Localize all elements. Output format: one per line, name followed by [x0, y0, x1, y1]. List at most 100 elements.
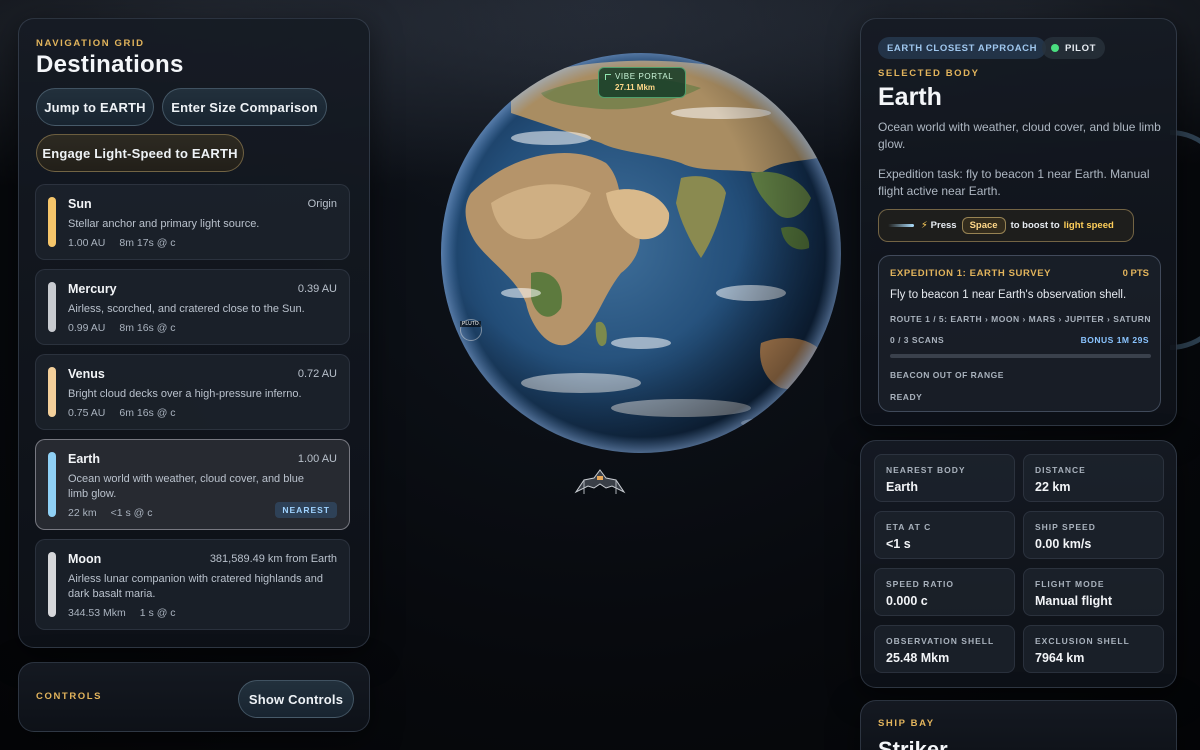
destination-name: Sun: [68, 197, 92, 211]
destination-desc: Ocean world with weather, cloud cover, a…: [68, 473, 305, 500]
destination-meta: 1.00 AU: [297, 453, 337, 465]
nav-kicker: NAVIGATION GRID: [36, 38, 145, 49]
boost-to-label: to boost to: [1010, 220, 1060, 231]
moon-color-bar: [48, 552, 56, 617]
destination-distance: 22 km: [68, 507, 97, 519]
stat-speed-ratio: SPEED RATIO 0.000 c: [874, 568, 1015, 616]
earth-globe: [441, 53, 841, 453]
stat-label: NEAREST BODY: [886, 465, 966, 475]
destination-distance: 1.00 AU: [68, 237, 106, 249]
mercury-color-bar: [48, 282, 56, 332]
destination-meta: 0.39 AU: [297, 283, 337, 295]
selected-body-panel: EARTH CLOSEST APPROACH PILOT SELECTED BO…: [860, 18, 1177, 426]
pilot-label: PILOT: [1065, 42, 1096, 54]
stat-eta: ETA AT C <1 s: [874, 511, 1015, 559]
stat-label: EXCLUSION SHELL: [1035, 636, 1130, 646]
destination-sun[interactable]: Sun Origin Stellar anchor and primary li…: [35, 184, 350, 260]
show-controls-button[interactable]: Show Controls: [238, 680, 354, 718]
destination-light-time: 1 s @ c: [139, 607, 176, 619]
body-marker[interactable]: PLUTO: [460, 319, 482, 341]
stat-ship-speed: SHIP SPEED 0.00 km/s: [1023, 511, 1164, 559]
selected-body-kicker: SELECTED BODY: [878, 68, 980, 79]
ship-bay-kicker: SHIP BAY: [878, 718, 935, 729]
stat-value: 7964 km: [1035, 651, 1085, 665]
stat-label: FLIGHT MODE: [1035, 579, 1105, 589]
size-comparison-button[interactable]: Enter Size Comparison: [162, 88, 327, 126]
light-speed-button[interactable]: Engage Light-Speed to EARTH: [36, 134, 244, 172]
destination-distance: 344.53 Mkm: [68, 607, 126, 619]
ship-icon: [574, 469, 626, 494]
destination-desc: Airless lunar companion with cratered hi…: [68, 573, 323, 600]
expedition-objective: Fly to beacon 1 near Earth's observation…: [890, 289, 1127, 301]
destination-desc: Airless, scorched, and cratered close to…: [68, 303, 305, 315]
telemetry-panel: NEAREST BODY Earth DISTANCE 22 km ETA AT…: [860, 440, 1177, 688]
ship-bay-title: Striker: [878, 737, 948, 750]
stat-value: 25.48 Mkm: [886, 651, 950, 665]
expedition-title: EXPEDITION 1: EARTH SURVEY: [890, 268, 1052, 279]
expedition-scans: 0 / 3 SCANS: [890, 335, 945, 345]
sun-color-bar: [48, 197, 56, 247]
destination-name: Venus: [68, 367, 105, 381]
destination-light-time: 6m 16s @ c: [119, 407, 176, 419]
jump-button[interactable]: Jump to EARTH: [36, 88, 154, 126]
expedition-task-text: Expedition task: fly to beacon 1 near Ea…: [878, 167, 1150, 198]
destination-light-time: 8m 16s @ c: [119, 322, 176, 334]
destination-distance: 0.99 AU: [68, 322, 106, 334]
stat-value: Manual flight: [1035, 594, 1113, 608]
destination-light-time: <1 s @ c: [110, 507, 153, 519]
selected-body-desc: Ocean world with weather, cloud cover, a…: [878, 120, 1161, 151]
vibe-portal-label: VIBE PORTAL: [615, 72, 674, 81]
boost-hint: ⚡ Press Space to boost to light speed: [878, 209, 1134, 242]
portal-arrow-icon: [605, 74, 611, 80]
vibe-portal-distance: 27.11 Mkm: [615, 83, 656, 92]
destination-name: Mercury: [68, 282, 117, 296]
navigation-panel: NAVIGATION GRID Destinations Jump to EAR…: [18, 18, 370, 648]
closest-approach-chip: EARTH CLOSEST APPROACH: [878, 37, 1047, 59]
lightning-icon: ⚡: [921, 220, 928, 231]
stat-value: 22 km: [1035, 480, 1071, 494]
selected-body-title: Earth: [878, 83, 942, 111]
destination-meta: 381,589.49 km from Earth: [209, 553, 337, 565]
stat-nearest-body: NEAREST BODY Earth: [874, 454, 1015, 502]
stat-value: 0.000 c: [886, 594, 928, 608]
destination-light-time: 8m 17s @ c: [119, 237, 176, 249]
destination-mercury[interactable]: Mercury 0.39 AU Airless, scorched, and c…: [35, 269, 350, 345]
destination-distance: 0.75 AU: [68, 407, 106, 419]
pilot-chip: PILOT: [1042, 37, 1105, 59]
destination-venus[interactable]: Venus 0.72 AU Bright cloud decks over a …: [35, 354, 350, 430]
venus-color-bar: [48, 367, 56, 417]
stat-label: ETA AT C: [886, 522, 932, 532]
boost-press-label: Press: [930, 220, 957, 231]
space-viewport[interactable]: VIBE PORTAL 27.11 Mkm PLUTO: [380, 0, 860, 750]
beacon-status: BEACON OUT OF RANGE: [890, 370, 1004, 380]
destination-moon[interactable]: Moon 381,589.49 km from Earth Airless lu…: [35, 539, 350, 630]
controls-panel: CONTROLS Show Controls: [18, 662, 370, 732]
expedition-points: 0 PTS: [1122, 268, 1149, 279]
stat-value: Earth: [886, 480, 918, 494]
stat-value: <1 s: [886, 537, 911, 551]
expedition-status: READY: [890, 392, 923, 402]
nearest-badge: NEAREST: [275, 502, 337, 518]
destination-earth[interactable]: Earth 1.00 AU Ocean world with weather, …: [35, 439, 350, 530]
ship-bay-panel: SHIP BAY Striker: [860, 700, 1177, 750]
nav-title: Destinations: [36, 51, 184, 78]
expedition-bonus: BONUS 1M 29S: [1080, 335, 1149, 345]
stat-observation-shell: OBSERVATION SHELL 25.48 Mkm: [874, 625, 1015, 673]
destination-desc: Stellar anchor and primary light source.: [68, 218, 260, 230]
pilot-status-dot-icon: [1051, 44, 1059, 52]
space-key: Space: [961, 217, 1006, 234]
destination-meta: Origin: [307, 198, 337, 210]
light-speed-label: light speed: [1063, 220, 1114, 231]
destination-meta: 0.72 AU: [297, 368, 337, 380]
destination-name: Earth: [68, 452, 100, 466]
stat-value: 0.00 km/s: [1035, 537, 1092, 551]
boost-streak-icon: [888, 224, 914, 227]
destination-list[interactable]: Sun Origin Stellar anchor and primary li…: [35, 184, 350, 632]
stat-label: OBSERVATION SHELL: [886, 636, 995, 646]
body-marker-label: PLUTO: [460, 321, 481, 327]
vibe-portal-marker[interactable]: VIBE PORTAL 27.11 Mkm: [598, 67, 686, 98]
destination-desc: Bright cloud decks over a high-pressure …: [68, 388, 302, 400]
stat-flight-mode: FLIGHT MODE Manual flight: [1023, 568, 1164, 616]
stat-label: SPEED RATIO: [886, 579, 954, 589]
earth-color-bar: [48, 452, 56, 517]
